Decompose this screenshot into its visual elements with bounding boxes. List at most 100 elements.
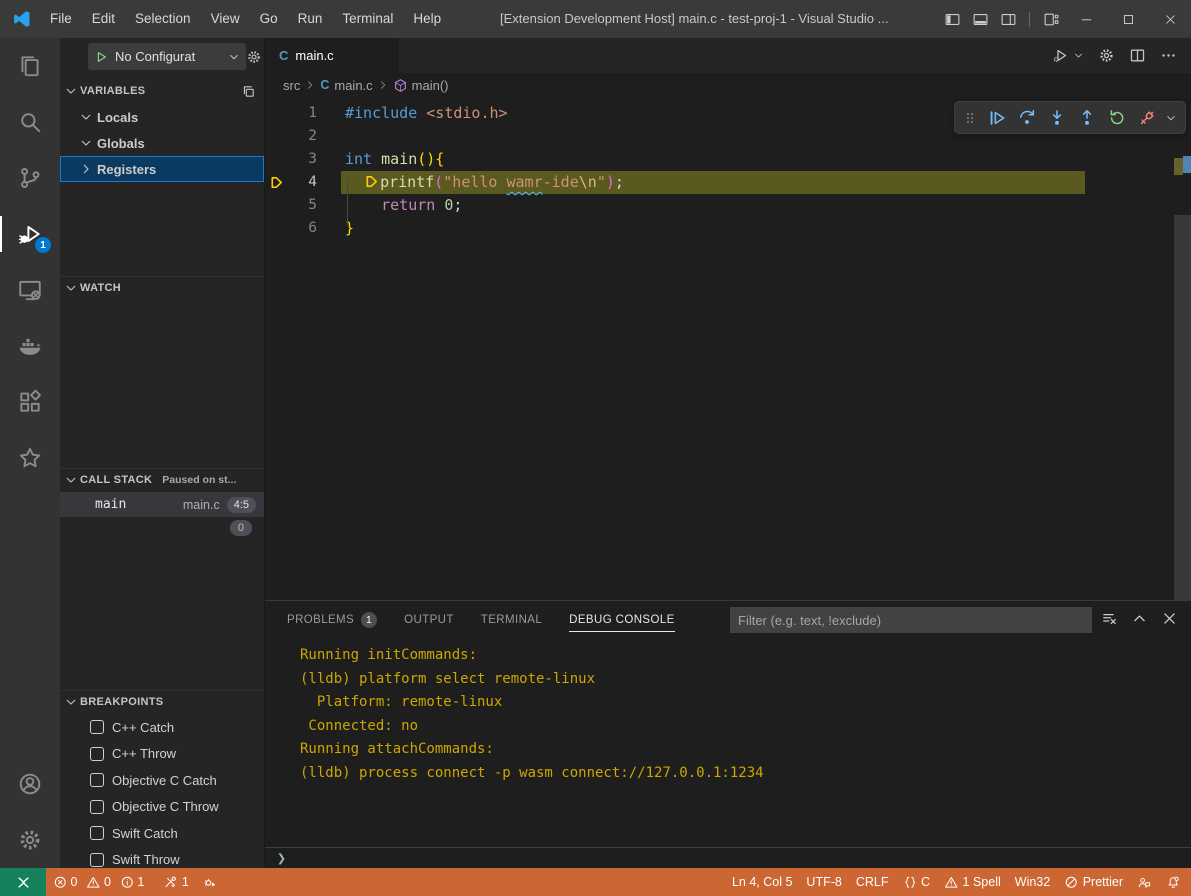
menu-edit[interactable]: Edit bbox=[82, 0, 125, 38]
scrollbar-slider[interactable] bbox=[1174, 215, 1191, 600]
variables-item-globals[interactable]: Globals bbox=[60, 130, 264, 156]
activity-item-explorer[interactable] bbox=[0, 38, 60, 94]
breadcrumb-item-src[interactable]: src bbox=[283, 78, 300, 93]
panel-tab-terminal[interactable]: TERMINAL bbox=[481, 601, 542, 639]
chevron-down-icon[interactable] bbox=[1165, 112, 1177, 124]
editor-gutter[interactable]: 1 bbox=[265, 102, 345, 125]
call-stack-section-header[interactable]: CALL STACK Paused on st... bbox=[60, 468, 264, 490]
editor-gutter[interactable]: 2 bbox=[265, 125, 345, 148]
editor-gutter[interactable]: 5 bbox=[265, 194, 345, 217]
step-over-button[interactable] bbox=[1015, 106, 1039, 130]
status-prettier[interactable]: Prettier bbox=[1057, 868, 1130, 896]
split-editor-icon[interactable] bbox=[1129, 47, 1146, 64]
editor-gutter[interactable]: 3 bbox=[265, 148, 345, 171]
breakpoint-item[interactable]: Objective C Catch bbox=[60, 767, 264, 794]
breakpoint-item[interactable]: Objective C Throw bbox=[60, 794, 264, 821]
code-line-6[interactable]: 6} bbox=[265, 217, 1171, 240]
toggle-layout-sidebar-left-icon[interactable] bbox=[938, 0, 966, 38]
status-problems[interactable]: 001 bbox=[46, 868, 156, 896]
variables-item-registers[interactable]: Registers bbox=[60, 156, 264, 182]
menu-selection[interactable]: Selection bbox=[125, 0, 201, 38]
ellipsis-icon[interactable] bbox=[1160, 47, 1177, 64]
continue-button[interactable] bbox=[985, 106, 1009, 130]
debug-console-input[interactable]: ❯ bbox=[265, 847, 1191, 868]
variables-section-header[interactable]: VARIABLES bbox=[60, 80, 264, 102]
restart-button[interactable] bbox=[1105, 106, 1129, 130]
menu-go[interactable]: Go bbox=[250, 0, 288, 38]
status-spell[interactable]: 1 Spell bbox=[937, 868, 1008, 896]
status-debug-status[interactable] bbox=[196, 868, 225, 896]
menu-terminal[interactable]: Terminal bbox=[332, 0, 403, 38]
close-win-button[interactable] bbox=[1149, 0, 1191, 38]
status-tools[interactable]: 1 bbox=[156, 868, 195, 896]
layout-customize-icon[interactable] bbox=[1037, 0, 1065, 38]
panel-tab-output[interactable]: OUTPUT bbox=[404, 601, 454, 639]
start-debug-icon[interactable] bbox=[94, 50, 108, 64]
activity-item-run-and-debug[interactable]: 1 bbox=[0, 206, 60, 262]
status-notifications[interactable] bbox=[1159, 868, 1188, 896]
activity-item-accounts[interactable] bbox=[0, 756, 60, 812]
gear-icon[interactable] bbox=[1098, 47, 1115, 64]
breakpoint-checkbox[interactable] bbox=[90, 826, 104, 840]
console-filter-input[interactable] bbox=[730, 607, 1092, 633]
tab-main-c[interactable]: C main.c bbox=[265, 38, 399, 73]
breadcrumb-item-mainc[interactable]: Cmain.c bbox=[320, 78, 372, 93]
chevron-up-icon[interactable] bbox=[1131, 610, 1148, 627]
breakpoint-checkbox[interactable] bbox=[90, 773, 104, 787]
maximize-button[interactable] bbox=[1107, 0, 1149, 38]
stack-frame-row[interactable]: main main.c 4:5 bbox=[60, 492, 264, 517]
code-line-4[interactable]: 4 printf("hello wamr-ide\n"); bbox=[265, 171, 1171, 194]
step-out-button[interactable] bbox=[1075, 106, 1099, 130]
editor-gutter[interactable]: 6 bbox=[265, 217, 345, 240]
status-language-mode[interactable]: C bbox=[896, 868, 938, 896]
panel-tab-debug-console[interactable]: DEBUG CONSOLE bbox=[569, 601, 675, 639]
breakpoint-checkbox[interactable] bbox=[90, 720, 104, 734]
clear-console-icon[interactable] bbox=[1101, 610, 1118, 627]
breakpoint-item[interactable]: C++ Throw bbox=[60, 741, 264, 768]
status-platform[interactable]: Win32 bbox=[1008, 868, 1057, 896]
variables-item-locals[interactable]: Locals bbox=[60, 104, 264, 130]
menu-run[interactable]: Run bbox=[288, 0, 333, 38]
status-eol[interactable]: CRLF bbox=[849, 868, 896, 896]
activity-item-search[interactable] bbox=[0, 94, 60, 150]
breadcrumb-item-main[interactable]: main() bbox=[393, 78, 449, 93]
editor-scrollbar[interactable] bbox=[1174, 97, 1191, 600]
code-line-5[interactable]: 5 return 0; bbox=[265, 194, 1171, 217]
remote-indicator[interactable] bbox=[0, 868, 46, 896]
breakpoint-checkbox[interactable] bbox=[90, 747, 104, 761]
breakpoint-checkbox[interactable] bbox=[90, 853, 104, 867]
breakpoint-item[interactable]: Swift Catch bbox=[60, 820, 264, 847]
debug-settings-gear-icon[interactable] bbox=[246, 49, 262, 65]
menu-view[interactable]: View bbox=[201, 0, 250, 38]
run-or-debug-icon[interactable] bbox=[1052, 47, 1069, 64]
chevron-down-icon[interactable] bbox=[1073, 50, 1084, 61]
breakpoint-item[interactable]: C++ Catch bbox=[60, 714, 264, 741]
activity-item-remote-explorer[interactable] bbox=[0, 262, 60, 318]
activity-item-settings[interactable] bbox=[0, 812, 60, 868]
toggle-layout-panel-icon[interactable] bbox=[966, 0, 994, 38]
close-tab-icon[interactable] bbox=[373, 48, 389, 64]
minimize-button[interactable] bbox=[1065, 0, 1107, 38]
editor-gutter[interactable]: 4 bbox=[265, 171, 345, 194]
close-icon[interactable] bbox=[1161, 610, 1178, 627]
status-encoding[interactable]: UTF-8 bbox=[799, 868, 848, 896]
breakpoint-checkbox[interactable] bbox=[90, 800, 104, 814]
watch-section-header[interactable]: WATCH bbox=[60, 276, 264, 298]
debug-config-dropdown[interactable]: No Configurat bbox=[88, 43, 246, 70]
code-line-3[interactable]: 3int main(){ bbox=[265, 148, 1171, 171]
activity-item-source-control[interactable] bbox=[0, 150, 60, 206]
status-feedback[interactable] bbox=[1130, 868, 1159, 896]
activity-item-docker[interactable] bbox=[0, 318, 60, 374]
breakpoints-section-header[interactable]: BREAKPOINTS bbox=[60, 690, 264, 712]
menu-file[interactable]: File bbox=[40, 0, 82, 38]
copy-icon[interactable] bbox=[241, 84, 256, 99]
menu-help[interactable]: Help bbox=[403, 0, 451, 38]
drag-grip-icon[interactable] bbox=[963, 109, 977, 127]
activity-item-extensions[interactable] bbox=[0, 374, 60, 430]
activity-item-favorites[interactable] bbox=[0, 430, 60, 486]
panel-tab-problems[interactable]: PROBLEMS1 bbox=[287, 601, 377, 639]
disconnect-button[interactable] bbox=[1135, 106, 1159, 130]
code-editor[interactable]: 1#include <stdio.h>23int main(){4 printf… bbox=[265, 97, 1191, 600]
status-cursor-position[interactable]: Ln 4, Col 5 bbox=[725, 868, 799, 896]
toggle-layout-sidebar-right-icon[interactable] bbox=[994, 0, 1022, 38]
